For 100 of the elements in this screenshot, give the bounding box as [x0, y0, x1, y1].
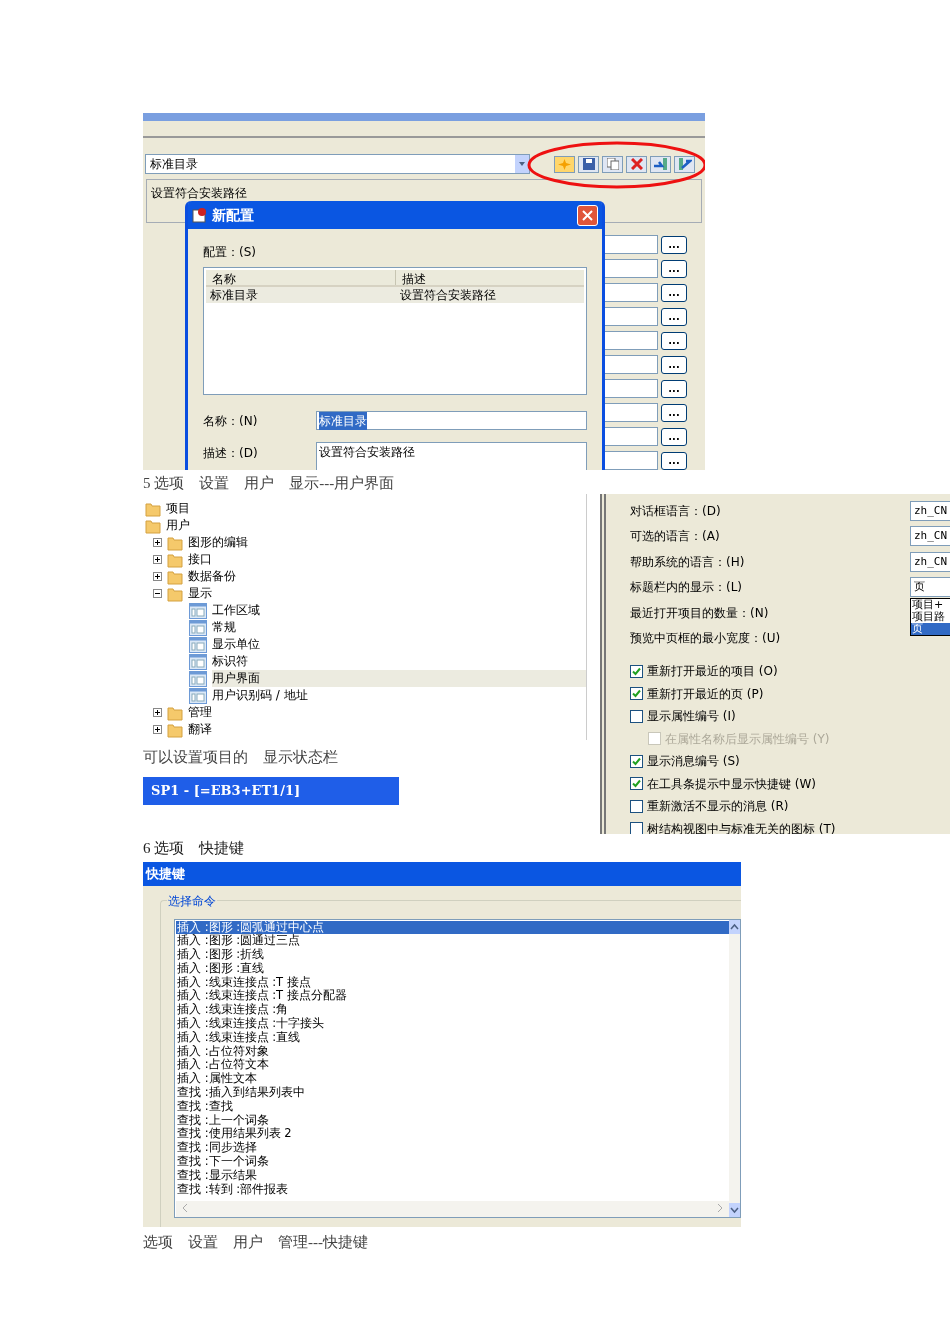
close-button[interactable]: [577, 204, 598, 226]
expand-icon[interactable]: [153, 725, 162, 734]
list-item[interactable]: 插入 :线束连接点 :直线: [176, 1030, 729, 1045]
floppy-icon[interactable]: [578, 155, 599, 173]
caption: 选项 设置 用户 管理---快捷键: [143, 1232, 369, 1252]
tree-item[interactable]: 标识符: [212, 653, 256, 670]
list-item[interactable]: 插入 :图形 :圆弧通过中心点: [176, 920, 729, 935]
input-field[interactable]: [603, 235, 658, 254]
table-cell-text: 设置符合安装路径: [399, 287, 497, 303]
option-label: 最近打开项目的数量：(N): [630, 604, 770, 622]
arrow-out-icon[interactable]: [674, 155, 695, 173]
browse-button[interactable]: ...: [661, 355, 687, 374]
configuration-dropdown[interactable]: 标准目录: [145, 154, 530, 174]
list-item[interactable]: 插入 :图形 :折线: [176, 948, 729, 962]
browse-button[interactable]: ...: [661, 451, 687, 470]
checkbox-label: 显示属性编号 (I): [647, 708, 736, 726]
browse-button[interactable]: ...: [661, 283, 687, 302]
browse-button[interactable]: ...: [661, 307, 687, 326]
expand-icon[interactable]: [153, 708, 162, 717]
checkbox[interactable]: [630, 664, 643, 678]
tree-item[interactable]: 工作区域: [212, 602, 268, 619]
delete-icon[interactable]: [626, 155, 647, 173]
expand-icon[interactable]: [153, 538, 162, 547]
list-item[interactable]: 插入 :线束连接点 :十字接头: [176, 1017, 729, 1031]
checkbox[interactable]: [630, 709, 643, 723]
list-item[interactable]: 插入 :占位符文本: [176, 1058, 729, 1073]
list-item[interactable]: 插入 :图形 :圆通过三点: [176, 934, 729, 949]
dropdown-option[interactable]: 项目+: [911, 598, 950, 611]
list-item[interactable]: 查找 :同步选择: [176, 1141, 729, 1156]
input-field[interactable]: [603, 427, 658, 446]
list-item[interactable]: 查找 :转到 :部件报表: [176, 1182, 729, 1197]
tree-item[interactable]: 显示: [188, 585, 220, 602]
column-header[interactable]: 名称: [206, 270, 396, 285]
input-field[interactable]: [603, 283, 658, 302]
panel-icon: [189, 670, 207, 687]
checkbox[interactable]: [630, 687, 643, 701]
browse-button[interactable]: ...: [661, 403, 687, 422]
arrow-into-icon[interactable]: [650, 155, 671, 173]
checkbox-label: 树结构视图中与标准无关的图标 (T): [647, 820, 836, 834]
checkbox[interactable]: [630, 799, 643, 813]
value-field[interactable]: 页: [910, 577, 950, 598]
list-item[interactable]: 插入 :属性文本: [176, 1072, 729, 1087]
name-field[interactable]: 标准目录: [316, 411, 587, 430]
checkbox[interactable]: [630, 777, 643, 791]
dropdown-option[interactable]: 页: [911, 622, 950, 635]
value-field[interactable]: zh_CN: [910, 551, 950, 572]
list-item[interactable]: 查找 :查找: [176, 1099, 729, 1114]
vertical-scrollbar[interactable]: [729, 919, 740, 1217]
tree-item[interactable]: 接口: [188, 551, 220, 568]
browse-button[interactable]: ...: [661, 427, 687, 446]
list-item[interactable]: 插入 :线束连接点 :角: [176, 1003, 729, 1018]
checkbox[interactable]: [630, 822, 643, 834]
tree-item[interactable]: 常规: [212, 619, 244, 636]
input-field[interactable]: [603, 403, 658, 422]
browse-button[interactable]: ...: [661, 379, 687, 398]
checkbox[interactable]: [630, 754, 643, 768]
tree-item[interactable]: 显示单位: [212, 636, 268, 653]
tree-item[interactable]: 翻译: [188, 721, 220, 738]
scroll-down-icon[interactable]: [729, 1202, 740, 1217]
browse-button[interactable]: ...: [661, 235, 687, 254]
value-field[interactable]: zh_CN: [910, 500, 950, 521]
tree-item[interactable]: 管理: [188, 704, 220, 721]
expand-icon[interactable]: [153, 555, 162, 564]
input-field[interactable]: [603, 451, 658, 470]
browse-button[interactable]: ...: [661, 259, 687, 278]
collapse-icon[interactable]: [153, 589, 162, 598]
input-field[interactable]: [603, 379, 658, 398]
list-row[interactable]: 标准目录 设置符合安装路径: [206, 287, 584, 303]
window-title: 快捷键: [146, 864, 185, 883]
input-field[interactable]: [603, 259, 658, 278]
expand-icon[interactable]: [153, 572, 162, 581]
dialog-title: 新配置: [212, 205, 255, 225]
list-item[interactable]: 插入 :线束连接点 :T 接点: [176, 975, 729, 990]
tree-item[interactable]: 用户识别码 / 地址: [212, 687, 316, 704]
description-field[interactable]: 设置符合安装路径: [316, 442, 587, 470]
list-item[interactable]: 查找 :显示结果: [176, 1168, 729, 1183]
input-field[interactable]: [603, 355, 658, 374]
input-field[interactable]: [603, 307, 658, 326]
tree-item[interactable]: 用户界面: [212, 670, 586, 687]
column-header[interactable]: 描述: [396, 270, 584, 285]
list-item[interactable]: 插入 :线束连接点 :T 接点分配器: [176, 989, 729, 1004]
value-field[interactable]: zh_CN: [910, 526, 950, 547]
dialog-icon: [192, 207, 208, 223]
browse-button[interactable]: ...: [661, 331, 687, 350]
tree-item[interactable]: 用户: [166, 517, 198, 534]
list-item[interactable]: 插入 :图形 :直线: [176, 961, 729, 976]
pages-icon[interactable]: [602, 155, 623, 173]
tree-item[interactable]: 数据备份: [188, 568, 244, 585]
list-item[interactable]: 查找 :下一个词条: [176, 1155, 729, 1169]
tree-item[interactable]: 图形的编辑: [188, 534, 256, 551]
input-field[interactable]: [603, 331, 658, 350]
tree-item[interactable]: 项目: [166, 500, 198, 517]
list-item[interactable]: 查找 :插入到结果列表中: [176, 1086, 729, 1100]
list-item[interactable]: 查找 :使用结果列表 2: [176, 1127, 729, 1142]
dropdown-option[interactable]: 项目路: [911, 610, 950, 623]
list-item[interactable]: 查找 :上一个词条: [176, 1113, 729, 1128]
list-item[interactable]: 插入 :占位符对象: [176, 1044, 729, 1059]
close-icon[interactable]: [582, 209, 593, 221]
folder-icon: [167, 551, 183, 568]
scroll-up-icon[interactable]: [729, 919, 740, 934]
